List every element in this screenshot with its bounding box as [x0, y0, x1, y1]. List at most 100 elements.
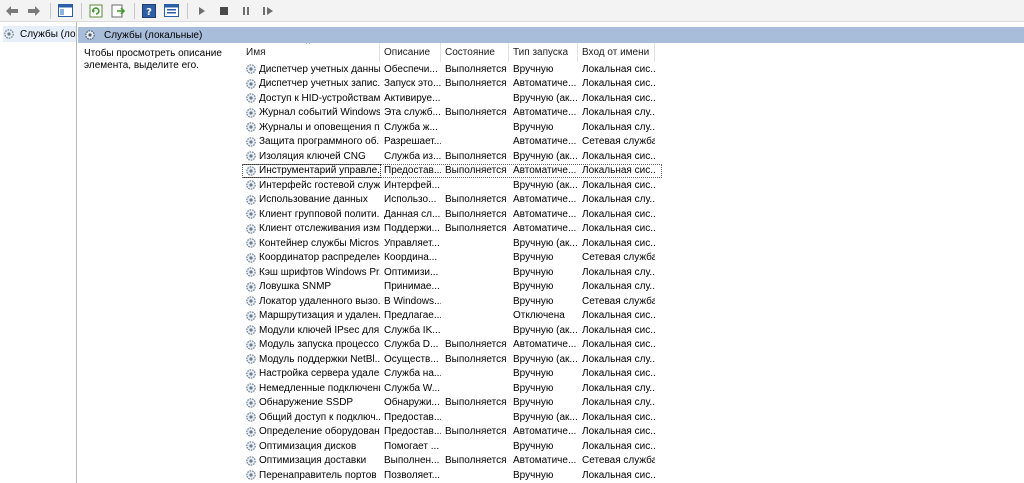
help-icon[interactable]: ?	[141, 3, 157, 19]
table-row[interactable]: Локатор удаленного вызо... В Windows... Вр…	[242, 294, 662, 309]
gear-icon	[245, 411, 257, 423]
service-startup-type: Вручную	[513, 266, 554, 278]
properties-icon[interactable]	[163, 3, 179, 19]
tree-item-services-local[interactable]: Службы (лока	[3, 26, 76, 42]
service-description: Помогает ...	[384, 440, 440, 452]
service-startup-type: Отключена	[513, 310, 565, 322]
service-state: Выполняется	[445, 339, 507, 351]
table-row[interactable]: Настройка сервера удален... Служба на... В…	[242, 367, 662, 382]
service-description: Предлагае...	[384, 310, 441, 322]
console-tree-icon[interactable]	[57, 3, 73, 19]
service-description: Служба из...	[384, 150, 441, 162]
service-startup-type: Вручную	[513, 295, 554, 307]
service-name-cell: Диспетчер учетных запис...	[242, 78, 380, 90]
table-row[interactable]: Определение оборудован... Предостав... Вып…	[242, 425, 662, 440]
forward-icon[interactable]	[26, 3, 42, 19]
service-description: Разрешает...	[384, 136, 441, 148]
column-header-label: Описание	[384, 47, 431, 58]
pause-icon[interactable]	[238, 3, 254, 19]
table-row[interactable]: Изоляция ключей CNG Служба из... Выполняет…	[242, 149, 662, 164]
service-startup-type: Автоматиче...	[513, 455, 577, 467]
table-row[interactable]: Кэш шрифтов Windows Pr... Оптимизи... Вруч…	[242, 265, 662, 280]
toolbar-separator	[50, 2, 51, 19]
gear-icon	[245, 63, 257, 75]
export-list-icon[interactable]	[110, 3, 126, 19]
column-header-description[interactable]: Описание	[380, 43, 441, 62]
service-description: Служба ж...	[384, 121, 438, 133]
column-header-startup-type[interactable]: Тип запуска	[509, 43, 578, 62]
table-row[interactable]: Модуль поддержки NetBl... Осуществ... Выпо…	[242, 352, 662, 367]
gear-icon	[245, 78, 257, 90]
table-row[interactable]: Контейнер службы Micros... Управляет... Вр…	[242, 236, 662, 251]
column-header-name[interactable]: ^ Имя	[242, 43, 380, 62]
service-state: Выполняется	[445, 426, 507, 438]
gear-icon	[245, 252, 257, 264]
service-startup-type: Вручную (ак...	[513, 411, 578, 423]
service-name: Модуль запуска процессо...	[259, 339, 380, 351]
restart-icon[interactable]	[260, 3, 276, 19]
service-logon-as: Локальная сис...	[582, 368, 655, 380]
service-logon-as: Локальная слу...	[582, 107, 655, 119]
column-header-logon-as[interactable]: Вход от имени	[578, 43, 655, 62]
table-row[interactable]: Обнаружение SSDP Обнаружи... Выполняется Вр…	[242, 396, 662, 411]
service-name-cell: Настройка сервера удален...	[242, 368, 380, 380]
toolbar-separator	[187, 2, 188, 19]
service-description: Эта служб...	[384, 107, 441, 119]
table-row[interactable]: Общий доступ к подключ... Предостав... Вру…	[242, 410, 662, 425]
service-name-cell: Оптимизация доставки	[242, 455, 380, 467]
play-icon[interactable]	[194, 3, 210, 19]
gear-icon	[245, 295, 257, 307]
service-description: Обеспечи...	[384, 63, 438, 75]
table-row[interactable]: Координатор распределен... Координа... Вру…	[242, 251, 662, 266]
column-header-state[interactable]: Состояние	[441, 43, 509, 62]
column-headers: ^ Имя Описание Состояние Тип запуска Вхо…	[242, 43, 662, 62]
gear-icon	[245, 237, 257, 249]
table-row[interactable]: Защита программного об... Разрешает... Авт…	[242, 135, 662, 150]
gear-icon	[245, 208, 257, 220]
service-state: Выполняется	[445, 107, 507, 119]
table-row[interactable]: Доступ к HID-устройствам Активируе... Вруч…	[242, 91, 662, 106]
service-description: Предостав...	[384, 411, 441, 423]
table-row[interactable]: Журналы и оповещения п... Служба ж... Вруч…	[242, 120, 662, 135]
service-name-cell: Маршрутизация и удален...	[242, 310, 380, 322]
service-logon-as: Сетевая служба	[582, 455, 655, 467]
service-state: Выполняется	[445, 223, 507, 235]
service-logon-as: Локальная сис...	[582, 63, 655, 75]
table-row[interactable]: Маршрутизация и удален... Предлагае... Отк…	[242, 309, 662, 324]
table-row[interactable]: Клиент отслеживания изм... Поддержи... Вып…	[242, 222, 662, 237]
gear-icon	[245, 353, 257, 365]
back-icon[interactable]	[4, 3, 20, 19]
table-row[interactable]: Интерфейс гостевой служ... Интерфей... Вру…	[242, 178, 662, 193]
service-name: Инструментарий управле...	[259, 165, 380, 177]
stop-icon[interactable]	[216, 3, 232, 19]
service-name-cell: Модули ключей IPsec для ...	[242, 324, 380, 336]
service-description: Предостав...	[384, 426, 441, 438]
service-startup-type: Вручную	[513, 368, 554, 380]
service-description: В Windows...	[384, 295, 441, 307]
table-row[interactable]: Перенаправитель портов ... Позволяет... Вр…	[242, 468, 662, 483]
gear-icon	[245, 426, 257, 438]
service-name: Контейнер службы Micros...	[259, 237, 380, 249]
table-row[interactable]: Журнал событий Windows Эта служб... Выполн…	[242, 106, 662, 121]
service-name-cell: Кэш шрифтов Windows Pr...	[242, 266, 380, 278]
table-row[interactable]: Оптимизация дисков Помогает ... Вручную Лок…	[242, 439, 662, 454]
service-state: Выполняется	[445, 455, 507, 467]
service-state: Выполняется	[445, 165, 507, 177]
service-description: Служба D...	[384, 339, 439, 351]
table-row[interactable]: Ловушка SNMP Принимае... Вручную Локальная …	[242, 280, 662, 295]
table-row[interactable]: Инструментарий управле... Предостав... Вып…	[242, 163, 662, 178]
table-row[interactable]: Модуль запуска процессо... Служба D... Вып…	[242, 338, 662, 353]
service-name-cell: Перенаправитель портов ...	[242, 469, 380, 481]
table-row[interactable]: Модули ключей IPsec для ... Служба IK... В…	[242, 323, 662, 338]
table-row[interactable]: Клиент групповой полити... Данная сл... Вы…	[242, 207, 662, 222]
refresh-icon[interactable]	[88, 3, 104, 19]
table-row[interactable]: Диспетчер учетных данных Обеспечи... Выпол…	[242, 62, 662, 77]
table-row[interactable]: Оптимизация доставки Выполнен... Выполняет…	[242, 454, 662, 469]
table-row[interactable]: Использование данных Использо... Выполняет…	[242, 193, 662, 208]
service-logon-as: Локальная слу...	[582, 281, 655, 293]
service-logon-as: Локальная сис...	[582, 223, 655, 235]
service-logon-as: Сетевая служба	[582, 295, 655, 307]
table-row[interactable]: Диспетчер учетных запис... Запуск это... В…	[242, 77, 662, 92]
service-name: Локатор удаленного вызо...	[259, 295, 380, 307]
table-row[interactable]: Немедленные подключени... Служба W... Вруч…	[242, 381, 662, 396]
